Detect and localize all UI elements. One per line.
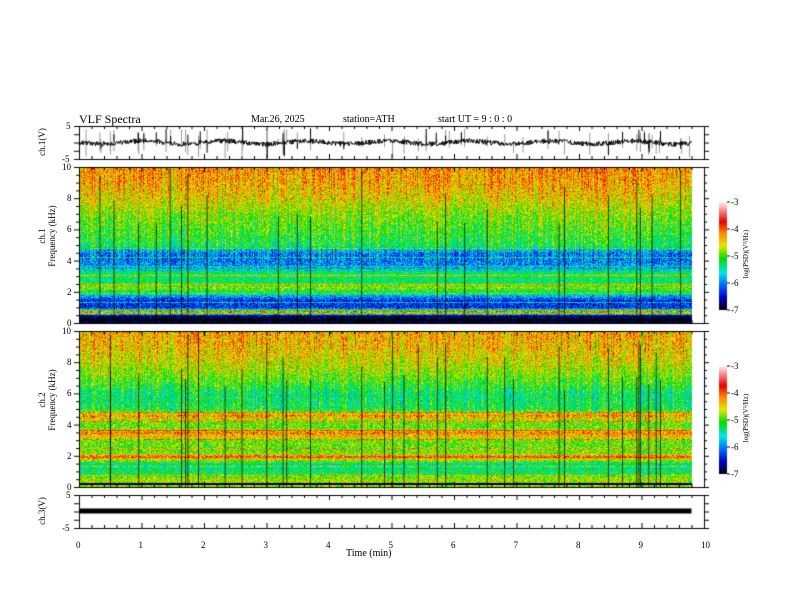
y-tick-label: 2 xyxy=(67,286,72,297)
vlf-spectra-figure: VLF Spectra Mar.26, 2025 station=ATH sta… xyxy=(0,0,792,612)
x-axis-label: Time (min) xyxy=(346,548,392,559)
frequency-label: Frequency (kHz) xyxy=(47,205,57,267)
colorbar-tick-label: -6 xyxy=(731,442,739,452)
x-tick-label: 9 xyxy=(638,540,644,550)
colorbar1-label: log(PSD)(V²/Hz) xyxy=(742,229,750,279)
ch1-ylabel: ch.1(V) xyxy=(37,128,47,156)
colorbar-tick-label: -6 xyxy=(731,278,739,288)
x-tick-label: 3 xyxy=(263,540,269,550)
colorbar-tick-label: -5 xyxy=(731,415,739,425)
ch1-spec-ylabel: ch.1 Frequency (kHz) xyxy=(37,181,57,291)
y-tick-label: 4 xyxy=(67,255,72,266)
y-tick-label: 6 xyxy=(67,224,72,235)
colorbar-tick-label: -3 xyxy=(731,197,739,207)
station-label: station=ATH xyxy=(343,114,395,125)
colorbar-tick-label: -3 xyxy=(731,361,739,371)
x-tick-label: 2 xyxy=(201,540,206,550)
colorbar-tick-label: -7 xyxy=(731,305,739,315)
frequency-label: Frequency (kHz) xyxy=(47,369,57,431)
colorbar-tick-label: -5 xyxy=(731,251,739,261)
x-tick-label: 6 xyxy=(451,540,456,550)
ch2-spec-ylabel: ch.2 Frequency (kHz) xyxy=(37,345,57,455)
x-tick-label: 1 xyxy=(138,540,144,550)
x-tick-label: 0 xyxy=(76,540,81,550)
x-tick-label: 7 xyxy=(513,540,519,550)
y-tick-label: 8 xyxy=(67,357,72,368)
y-tick-label: 4 xyxy=(67,419,72,430)
plot-canvas xyxy=(0,0,792,612)
y-tick-label: 10 xyxy=(62,162,71,172)
ch1-label: ch.1 xyxy=(37,228,47,244)
x-tick-label: 10 xyxy=(701,540,710,550)
x-tick-label: 5 xyxy=(388,540,394,550)
colorbar-tick-label: -4 xyxy=(731,224,739,234)
colorbar2-label: log(PSD)(V²/Hz) xyxy=(742,393,750,443)
y-tick-label: 5 xyxy=(66,121,71,131)
y-tick-label: 10 xyxy=(62,326,71,336)
date-label: Mar.26, 2025 xyxy=(251,114,305,125)
y-tick-label: 2 xyxy=(67,450,72,461)
colorbar-tick-label: -7 xyxy=(731,469,739,479)
y-tick-label: -5 xyxy=(62,523,70,533)
x-tick-label: 4 xyxy=(326,540,331,550)
ch3-ylabel: ch.3(V) xyxy=(37,497,47,525)
x-tick-label: 8 xyxy=(576,540,581,550)
y-tick-label: 8 xyxy=(67,193,72,204)
figure-title: VLF Spectra xyxy=(79,112,141,126)
colorbar-tick-label: -4 xyxy=(731,388,739,398)
y-tick-label: 0 xyxy=(67,482,72,492)
start-time-label: start UT = 9 : 0 : 0 xyxy=(438,114,513,125)
y-tick-label: 5 xyxy=(66,490,71,500)
y-tick-label: 6 xyxy=(67,388,72,399)
ch2-label: ch.2 xyxy=(37,392,47,408)
